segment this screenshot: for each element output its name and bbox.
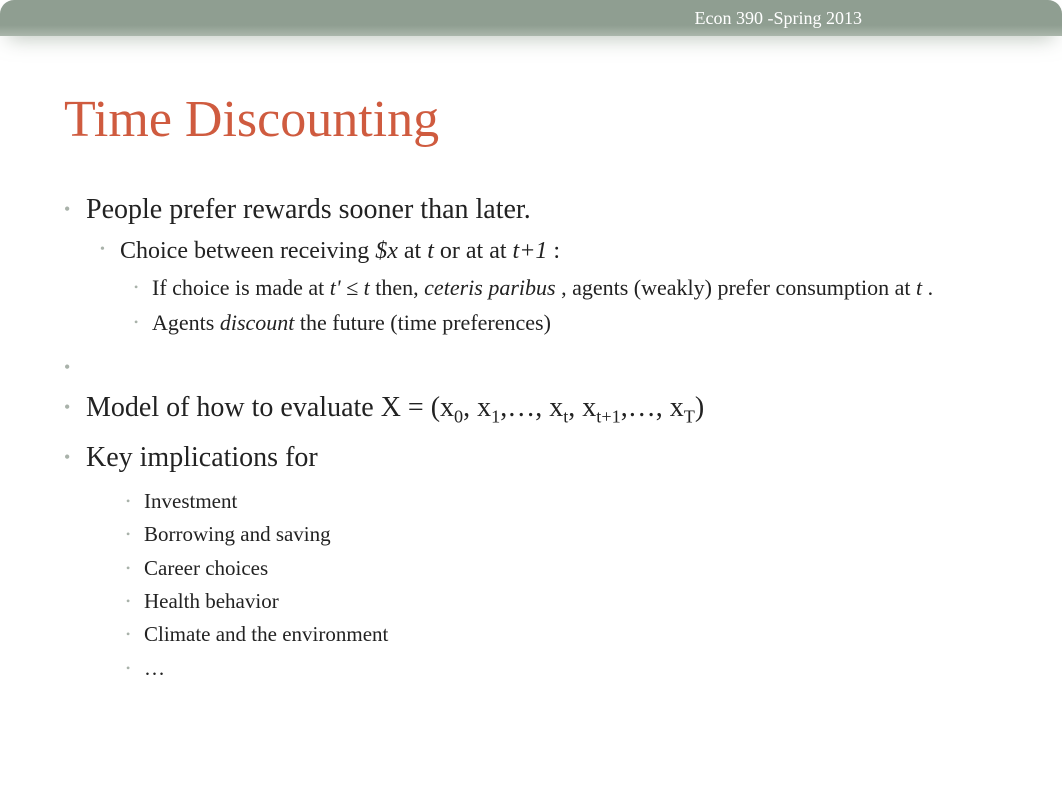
bullet-item: Model of how to evaluate X = (x0, x1,…, … (64, 389, 1022, 429)
bullet-item: Borrowing and saving (126, 520, 1022, 549)
slide-content: Time Discounting People prefer rewards s… (64, 90, 1022, 693)
text-fragment: discount (220, 310, 295, 335)
bullet-item: Agents discount the future (time prefere… (134, 308, 1022, 339)
bullet-item: Health behavior (126, 587, 1022, 616)
bullet-text: Key implications for (86, 442, 318, 473)
bullet-text: Investment (144, 489, 237, 513)
subscript: t+1 (596, 406, 620, 426)
subscript: 1 (491, 406, 500, 426)
bullet-item: … (126, 654, 1022, 683)
bullet-text: Health behavior (144, 589, 279, 613)
text-fragment: at (404, 238, 427, 264)
text-fragment: t+1 (513, 238, 548, 264)
bullet-item: Climate and the environment (126, 620, 1022, 649)
bullet-item: If choice is made at t' ≤ t then, ceteri… (134, 273, 1022, 304)
slide-title: Time Discounting (64, 90, 1022, 149)
text-fragment: ,…, x (621, 392, 684, 423)
text-fragment: then, (375, 275, 424, 300)
bullet-list-level3: Investment Borrowing and saving Career c… (126, 487, 1022, 683)
bullet-list-level1: People prefer rewards sooner than later.… (64, 191, 1022, 683)
bullet-item: Key implications for Investment Borrowin… (64, 439, 1022, 683)
text-fragment: or at at (440, 238, 513, 264)
bullet-item: Choice between receiving $x at t or at a… (100, 235, 1022, 339)
text-fragment: $x (375, 238, 398, 264)
text-fragment: ) (695, 392, 704, 423)
text-fragment: the future (time preferences) (300, 310, 551, 335)
slide: Econ 390 -Spring 2013 Time Discounting P… (0, 0, 1062, 797)
text-fragment: . (928, 275, 934, 300)
text-fragment: , x (463, 392, 491, 423)
text-fragment: , agents (weakly) prefer consumption at (561, 275, 916, 300)
text-fragment: , x (568, 392, 596, 423)
bullet-text: … (144, 656, 165, 680)
bullet-item: Investment (126, 487, 1022, 516)
text-fragment: ,…, x (500, 392, 563, 423)
header-course-text: Econ 390 -Spring 2013 (695, 8, 862, 29)
text-fragment: If choice is made at (152, 275, 330, 300)
bullet-text: Climate and the environment (144, 622, 388, 646)
bullet-item: Career choices (126, 554, 1022, 583)
bullet-text: People prefer rewards sooner than later. (86, 194, 531, 225)
bullet-text: Career choices (144, 556, 268, 580)
subscript: 0 (454, 406, 463, 426)
text-fragment: t' ≤ t (330, 275, 370, 300)
bullet-text: Borrowing and saving (144, 522, 331, 546)
spacer (64, 349, 1022, 379)
text-fragment: Agents (152, 310, 220, 335)
text-fragment: ceteris paribus (424, 275, 555, 300)
header-bar (0, 0, 1062, 36)
text-fragment: Choice between receiving (120, 238, 375, 264)
bullet-item: People prefer rewards sooner than later.… (64, 191, 1022, 339)
text-fragment: t (427, 238, 434, 264)
bullet-list-level3: If choice is made at t' ≤ t then, ceteri… (134, 273, 1022, 339)
text-fragment: : (553, 238, 560, 264)
text-fragment: t (916, 275, 922, 300)
text-fragment: Model of how to evaluate (86, 392, 381, 423)
bullet-list-level2: Choice between receiving $x at t or at a… (100, 235, 1022, 339)
subscript: T (684, 406, 695, 426)
text-fragment: X = (x (381, 392, 454, 423)
